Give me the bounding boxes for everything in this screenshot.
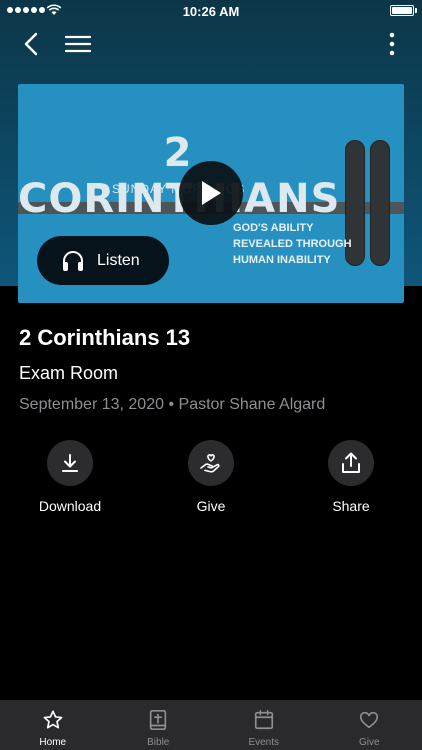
download-button[interactable]: Download [10, 440, 130, 514]
artwork-tagline: GOD'S ABILITY REVEALED THROUGH HUMAN INA… [233, 222, 352, 266]
tab-give-label: Give [358, 737, 380, 748]
sermon-title: 2 Corinthians 13 [19, 325, 191, 350]
headphones-icon [63, 250, 83, 271]
tab-events-label: Events [248, 737, 280, 748]
sermon-date: September 13, 2020 [19, 396, 164, 413]
tab-events[interactable]: Events [211, 700, 317, 750]
battery-icon [390, 5, 414, 16]
give-label: Give [196, 498, 226, 514]
play-button[interactable] [179, 161, 243, 225]
listen-button[interactable]: Listen [37, 236, 169, 285]
artwork-pillar [370, 140, 390, 266]
tab-home-label: Home [39, 737, 67, 748]
share-circle [328, 440, 374, 486]
status-time: 10:26 AM [182, 4, 240, 19]
more-vertical-icon[interactable] [380, 28, 404, 60]
artwork-title: 2 CORINTHIANS [18, 130, 339, 222]
sermon-artwork: 2 CORINTHIANS SUNDAY MORNINGS GOD'S ABIL… [18, 84, 404, 303]
tab-give[interactable]: Give [317, 700, 422, 750]
sermon-speaker: Pastor Shane Algard [178, 396, 326, 413]
download-label: Download [38, 498, 102, 514]
tab-bar: Home Bible Events Give [0, 700, 422, 750]
share-button[interactable]: Share [291, 440, 411, 514]
share-icon [342, 452, 360, 473]
give-hand-heart-icon [200, 454, 220, 473]
hamburger-menu-icon[interactable] [62, 28, 94, 60]
chevron-left-icon[interactable] [16, 28, 48, 60]
download-circle [47, 440, 93, 486]
listen-label: Listen [97, 251, 140, 269]
give-button[interactable]: Give [151, 440, 271, 514]
heart-icon [360, 711, 379, 729]
tab-home[interactable]: Home [0, 700, 106, 750]
bible-icon [150, 710, 167, 730]
battery-tip [415, 8, 417, 13]
star-icon [43, 710, 63, 729]
sermon-meta: September 13, 2020 • Pastor Shane Algard [19, 396, 325, 414]
download-icon [62, 454, 78, 472]
sermon-subtitle: Exam Room [19, 363, 119, 383]
status-bar: 10:26 AM [0, 0, 422, 22]
share-label: Share [332, 498, 370, 514]
tab-bible-label: Bible [147, 737, 170, 748]
tab-bible[interactable]: Bible [106, 700, 212, 750]
play-icon [202, 181, 221, 205]
meta-separator: • [168, 396, 175, 413]
give-circle [188, 440, 234, 486]
calendar-icon [254, 710, 273, 730]
